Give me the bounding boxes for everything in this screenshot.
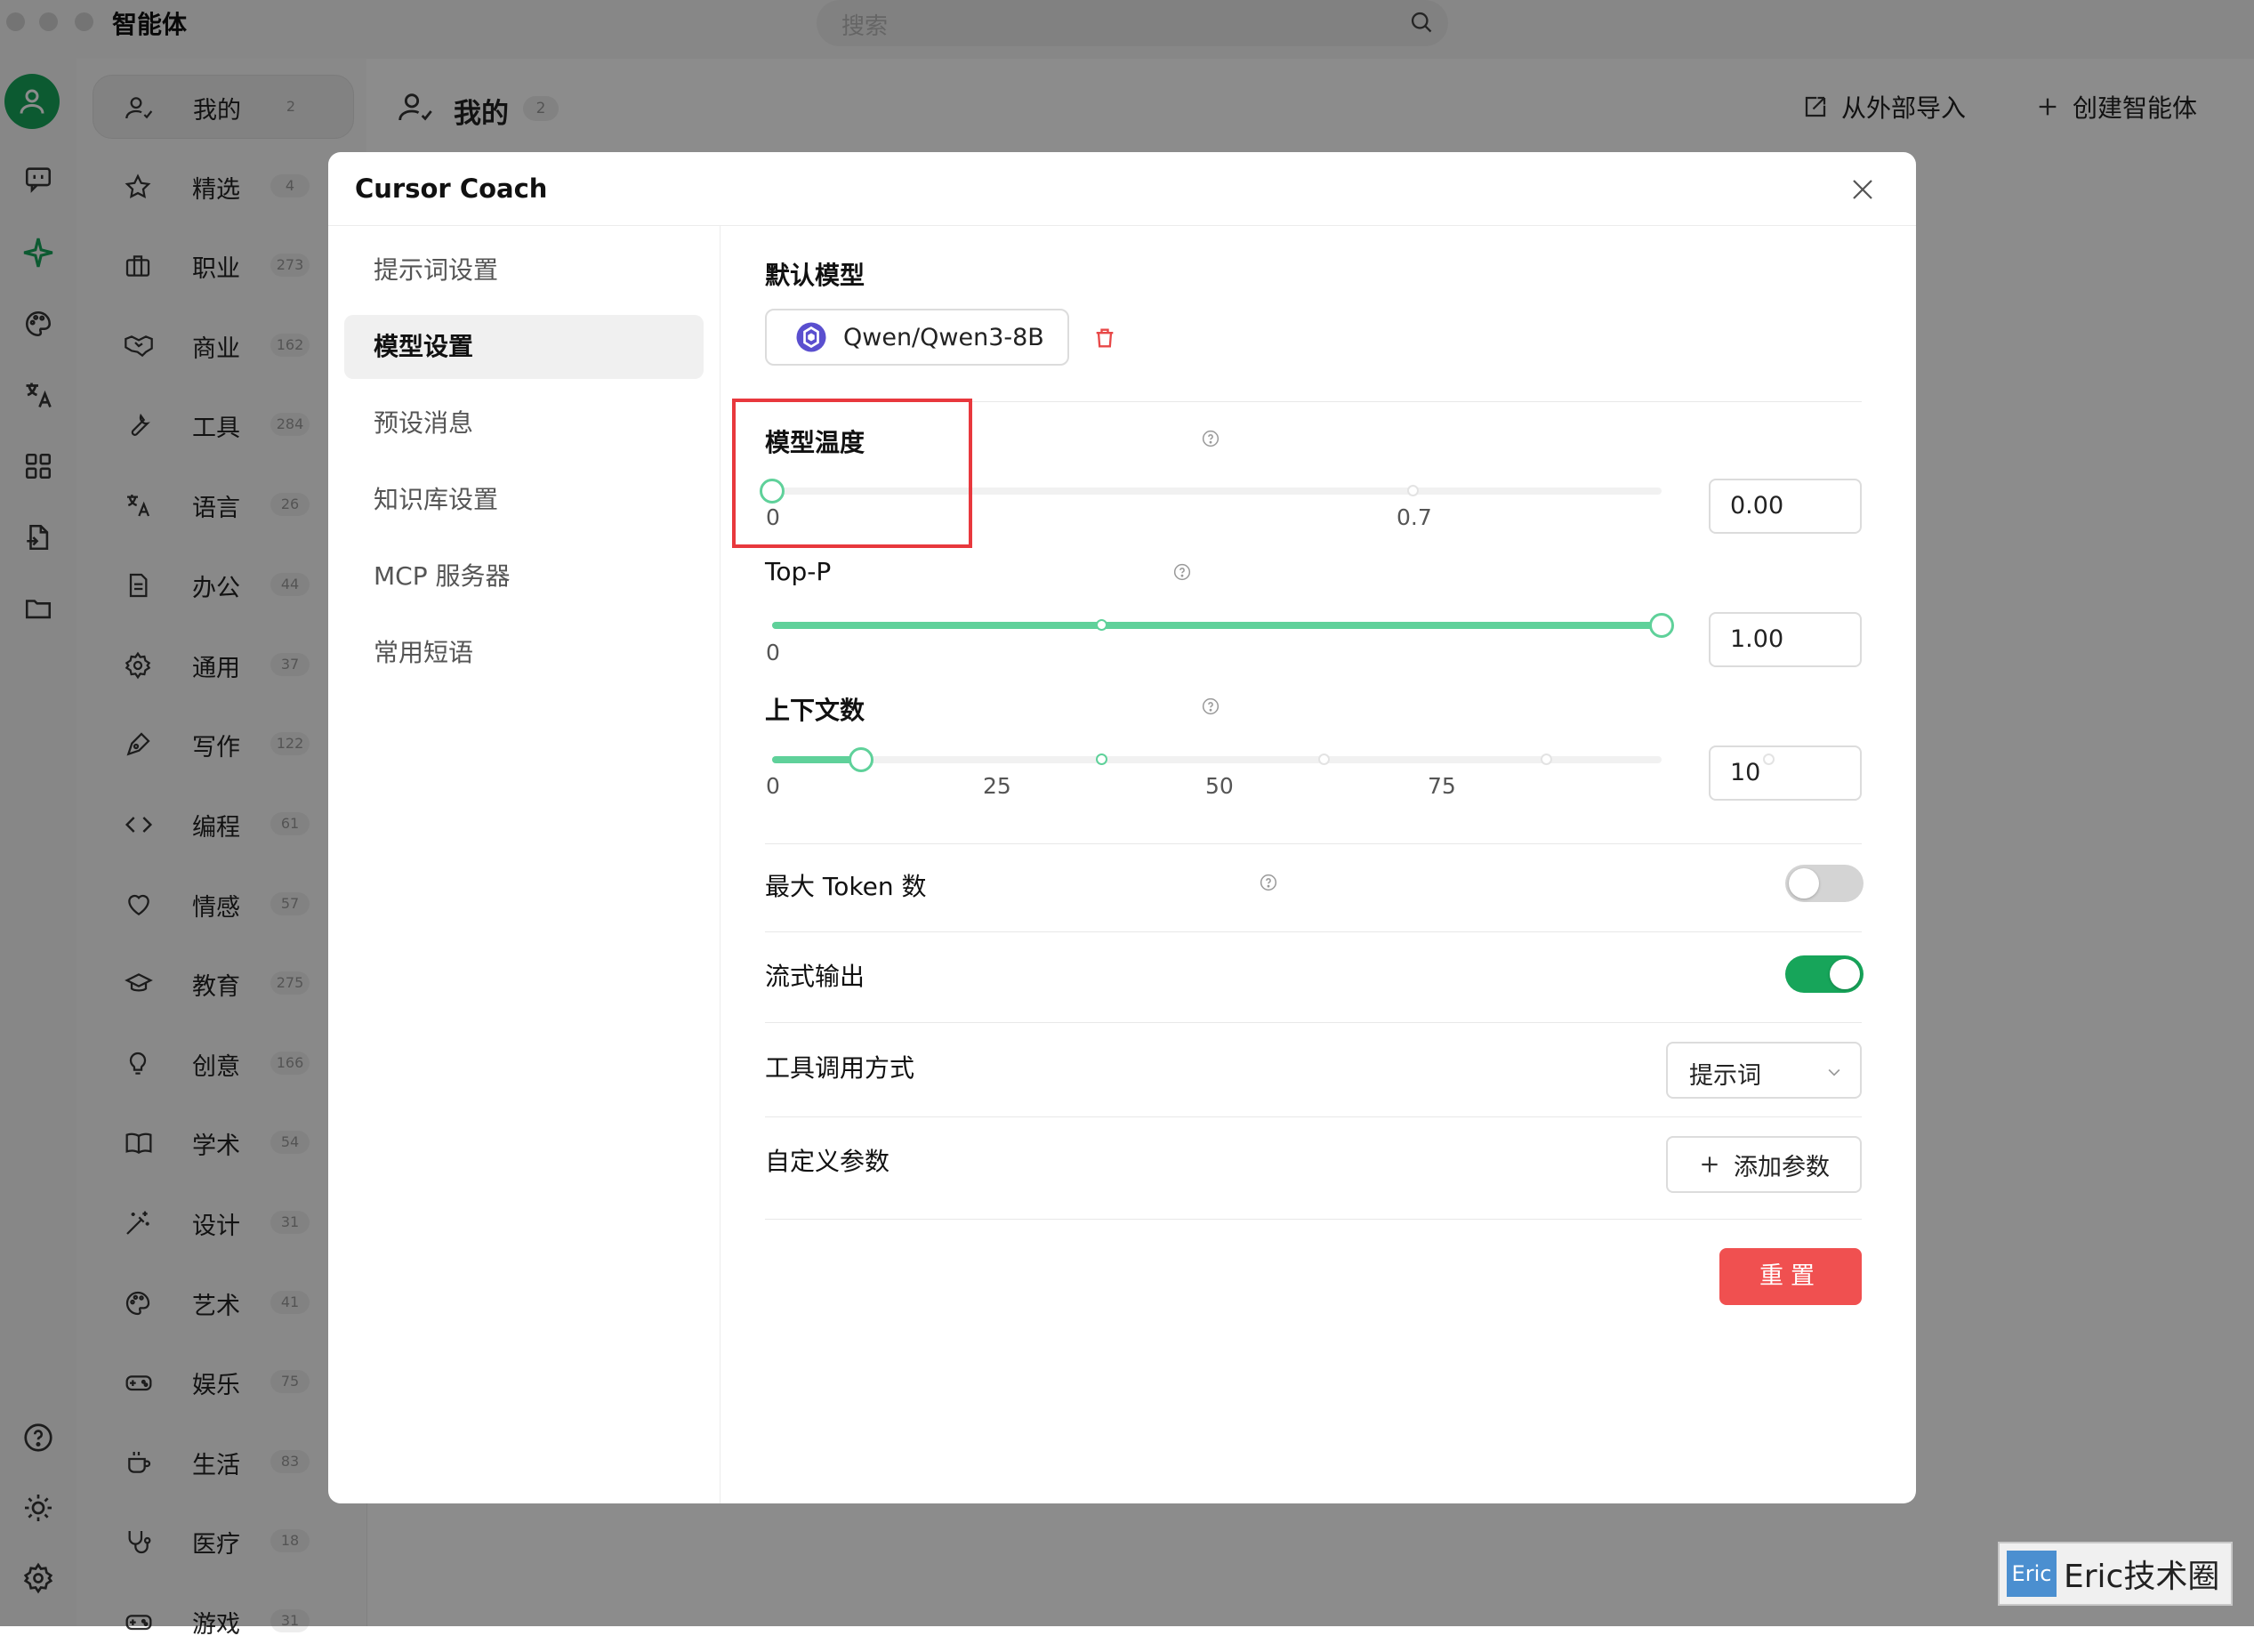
default-model-selector[interactable]: Qwen/Qwen3-8B xyxy=(765,309,1069,366)
tool-call-mode-select[interactable]: 提示词 xyxy=(1666,1042,1862,1099)
nav-common-phrases[interactable]: 常用短语 xyxy=(344,621,704,685)
max-tokens-label: 最大 Token 数 xyxy=(765,872,927,901)
section-divider xyxy=(765,931,1862,932)
section-divider xyxy=(765,1219,1862,1220)
dialog-title: Cursor Coach xyxy=(355,173,548,204)
add-param-label: 添加参数 xyxy=(1734,1153,1830,1181)
top-p-slider-fill xyxy=(772,622,1662,629)
top-p-input[interactable]: 1.00 xyxy=(1709,612,1862,667)
section-divider xyxy=(765,1022,1862,1023)
trash-icon[interactable] xyxy=(1092,325,1117,351)
dialog-close-button[interactable] xyxy=(1845,172,1880,207)
nav-knowledge-base[interactable]: 知识库设置 xyxy=(344,468,704,532)
watermark: Eric Eric技术圈 xyxy=(1998,1542,2233,1606)
tool-call-mode-value: 提示词 xyxy=(1689,1062,1761,1090)
highlight-annotation-box xyxy=(732,399,972,548)
add-param-button[interactable]: 添加参数 xyxy=(1666,1136,1862,1193)
stream-output-toggle[interactable] xyxy=(1785,955,1864,993)
help-circle-icon[interactable] xyxy=(1173,563,1191,581)
temperature-mark-dot xyxy=(1407,485,1419,496)
help-circle-icon[interactable] xyxy=(1260,874,1277,891)
context-count-slider-handle[interactable] xyxy=(849,747,873,772)
context-count-slider-fill xyxy=(772,756,861,763)
default-model-name: Qwen/Qwen3-8B xyxy=(843,323,1044,351)
context-count-input[interactable]: 10 xyxy=(1709,745,1862,801)
help-circle-icon[interactable] xyxy=(1202,430,1220,447)
top-p-slider-handle[interactable] xyxy=(1649,613,1674,638)
nav-model-settings[interactable]: 模型设置 xyxy=(344,315,704,379)
nav-preset-messages[interactable]: 预设消息 xyxy=(344,391,704,455)
watermark-text: Eric技术圈 xyxy=(2064,1559,2220,1595)
context-count-label: 上下文数 xyxy=(765,696,865,725)
context-count-slider[interactable] xyxy=(772,756,1662,763)
nav-prompt-settings[interactable]: 提示词设置 xyxy=(344,238,704,302)
context-mark-dot xyxy=(1318,753,1330,765)
default-model-title: 默认模型 xyxy=(765,261,865,290)
plus-icon xyxy=(1702,1156,1718,1173)
context-tick: 50 xyxy=(1205,773,1234,799)
top-p-label: Top-P xyxy=(765,557,832,586)
toggle-knob xyxy=(1830,959,1860,989)
agent-settings-dialog: Cursor Coach 提示词设置 模型设置 预设消息 知识库设置 MCP 服… xyxy=(328,152,1916,1503)
context-mark-dot xyxy=(1096,753,1107,765)
tool-call-mode-label: 工具调用方式 xyxy=(765,1053,915,1083)
section-divider xyxy=(765,1116,1862,1117)
max-tokens-toggle[interactable] xyxy=(1785,865,1864,902)
custom-params-label: 自定义参数 xyxy=(765,1147,890,1176)
close-icon xyxy=(1853,180,1872,199)
top-p-mark-dot xyxy=(1096,619,1107,631)
qwen-logo-icon xyxy=(796,322,826,352)
section-divider xyxy=(765,843,1862,844)
top-p-tick: 0 xyxy=(766,640,780,665)
reset-button[interactable]: 重置 xyxy=(1719,1248,1862,1305)
context-tick: 0 xyxy=(766,773,780,799)
toggle-knob xyxy=(1789,868,1819,899)
settings-nav: 提示词设置 模型设置 预设消息 知识库设置 MCP 服务器 常用短语 xyxy=(328,226,720,1503)
chevron-down-icon xyxy=(1828,1068,1840,1076)
context-tick: 75 xyxy=(1428,773,1456,799)
temperature-tick: 0.7 xyxy=(1397,504,1432,530)
temperature-input[interactable]: 0.00 xyxy=(1709,479,1862,534)
context-tick: 25 xyxy=(983,773,1011,799)
context-mark-dot xyxy=(1541,753,1552,765)
stream-output-label: 流式输出 xyxy=(765,962,865,991)
help-circle-icon[interactable] xyxy=(1202,697,1220,715)
nav-mcp-servers[interactable]: MCP 服务器 xyxy=(344,544,704,608)
watermark-logo: Eric xyxy=(2007,1551,2057,1597)
